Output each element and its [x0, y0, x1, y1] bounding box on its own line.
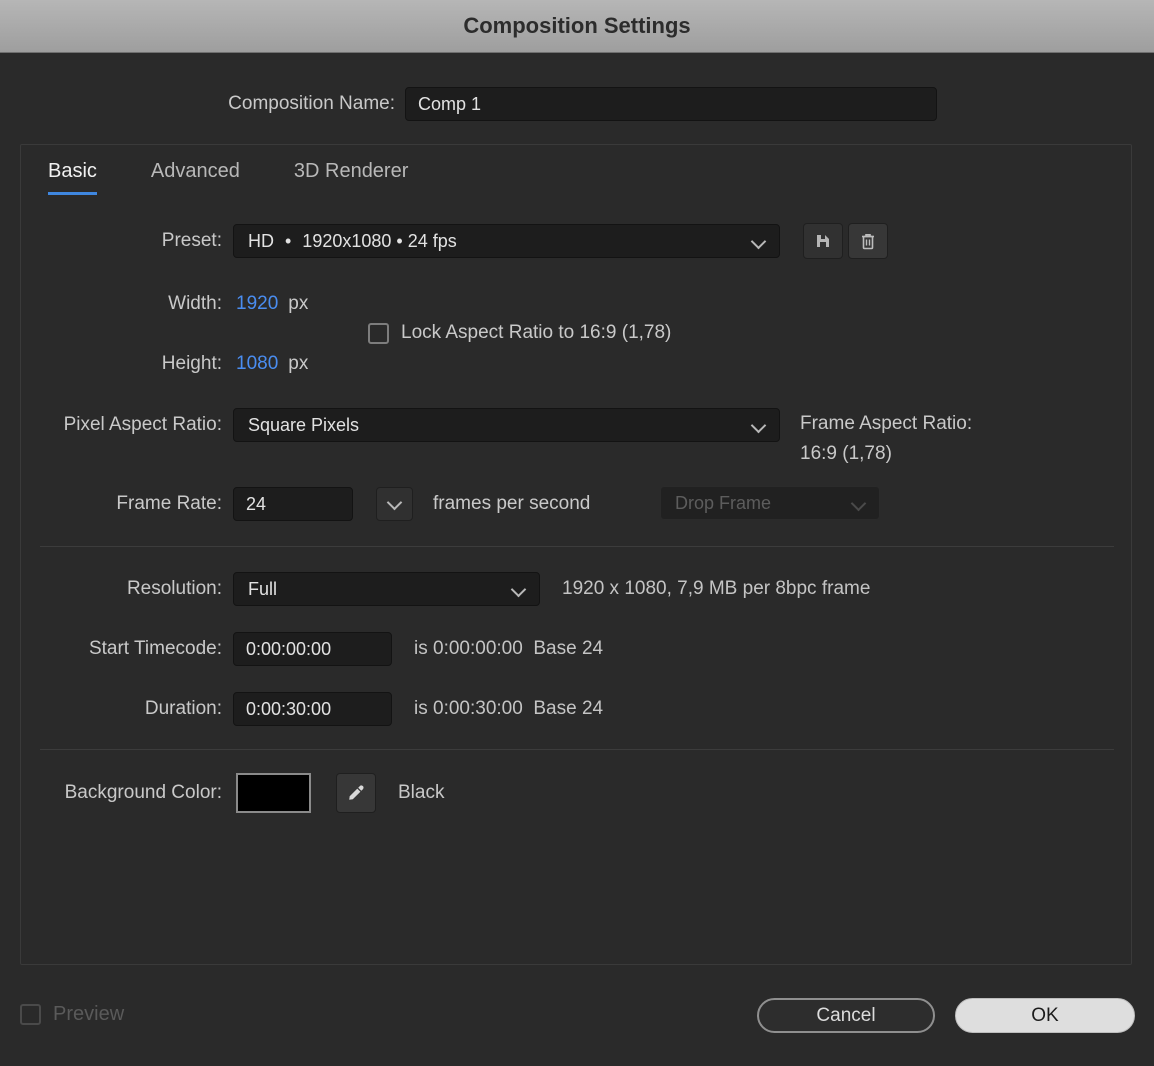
- duration-label: Duration:: [144, 698, 222, 719]
- frame-aspect-value: 16:9 (1,78): [800, 443, 892, 464]
- dialog-title: Composition Settings: [463, 13, 691, 38]
- background-color-name: Black: [398, 782, 445, 803]
- cancel-button[interactable]: Cancel: [757, 998, 935, 1033]
- height-label: Height:: [161, 353, 222, 374]
- resolution-dropdown[interactable]: Full: [233, 572, 540, 606]
- ok-button[interactable]: OK: [955, 998, 1135, 1033]
- frame-rate-dropdown-button[interactable]: [376, 487, 413, 521]
- width-unit: px: [288, 293, 309, 314]
- start-timecode-row: Start Timecode: is 0:00:00:00 Base 24: [0, 631, 1134, 667]
- chevron-down-icon: [510, 581, 527, 598]
- frame-aspect-block: Frame Aspect Ratio: 16:9 (1,78): [800, 409, 972, 469]
- composition-name-label: Composition Name:: [228, 93, 395, 114]
- tab-3d-renderer[interactable]: 3D Renderer: [294, 160, 409, 195]
- trash-icon: [862, 233, 874, 249]
- pixel-aspect-value: Square Pixels: [248, 414, 360, 435]
- lock-aspect-row: Lock Aspect Ratio to 16:9 (1,78): [368, 322, 671, 344]
- start-timecode-input[interactable]: [233, 632, 392, 666]
- drop-frame-dropdown: Drop Frame: [660, 486, 880, 520]
- drop-frame-value: Drop Frame: [675, 492, 772, 513]
- lock-aspect-label: Lock Aspect Ratio to 16:9 (1,78): [401, 322, 672, 343]
- chevron-down-icon: [750, 233, 767, 250]
- background-color-row: Background Color: Black: [0, 772, 1134, 814]
- save-preset-button[interactable]: [803, 223, 843, 259]
- frame-aspect-label: Frame Aspect Ratio:: [800, 413, 973, 434]
- tab-bar: Basic Advanced 3D Renderer: [48, 160, 408, 195]
- width-value[interactable]: 1920: [236, 293, 278, 315]
- delete-preset-button[interactable]: [848, 223, 888, 259]
- eyedropper-button[interactable]: [336, 773, 376, 813]
- background-color-label: Background Color:: [64, 782, 222, 803]
- frame-rate-input[interactable]: [233, 487, 353, 521]
- start-timecode-label: Start Timecode:: [88, 638, 222, 659]
- resolution-row: Resolution: Full 1920 x 1080, 7,9 MB per…: [0, 571, 1134, 607]
- tab-basic[interactable]: Basic: [48, 160, 97, 195]
- preset-label: Preset:: [161, 230, 222, 251]
- dialog-titlebar: Composition Settings: [0, 0, 1154, 53]
- pixel-aspect-dropdown[interactable]: Square Pixels: [233, 408, 780, 442]
- background-color-swatch[interactable]: [236, 773, 311, 813]
- resolution-value: Full: [248, 578, 278, 599]
- resolution-label: Resolution:: [126, 578, 222, 599]
- frame-rate-row: Frame Rate: frames per second: [0, 486, 1134, 522]
- frame-rate-label: Frame Rate:: [116, 493, 222, 514]
- composition-name-input[interactable]: [405, 87, 937, 121]
- divider: [40, 546, 1114, 547]
- preview-toggle: Preview: [20, 1003, 124, 1026]
- chevron-down-icon: [850, 495, 867, 512]
- preview-label: Preview: [53, 1003, 125, 1025]
- preview-checkbox[interactable]: [20, 1004, 41, 1025]
- save-preset-icon: [817, 235, 829, 247]
- frame-rate-suffix: frames per second: [433, 493, 591, 514]
- duration-info: is 0:00:30:00 Base 24: [414, 698, 604, 719]
- preset-row: Preset: HD • 1920x1080 • 24 fps: [0, 223, 1134, 259]
- height-row: Height: 1080 px: [0, 348, 1134, 380]
- height-value[interactable]: 1080: [236, 353, 278, 375]
- duration-row: Duration: is 0:00:30:00 Base 24: [0, 691, 1134, 727]
- start-timecode-info: is 0:00:00:00 Base 24: [414, 638, 604, 659]
- divider: [40, 749, 1114, 750]
- preset-value: HD • 1920x1080 • 24 fps: [248, 230, 457, 251]
- width-label: Width:: [168, 293, 222, 314]
- height-unit: px: [288, 353, 309, 374]
- chevron-down-icon: [750, 417, 767, 434]
- settings-panel: [20, 144, 1132, 965]
- tab-advanced[interactable]: Advanced: [151, 160, 240, 195]
- pixel-aspect-label: Pixel Aspect Ratio:: [63, 414, 222, 435]
- width-row: Width: 1920 px: [0, 288, 1134, 320]
- eyedropper-icon: [349, 785, 364, 800]
- preset-dropdown[interactable]: HD • 1920x1080 • 24 fps: [233, 224, 780, 258]
- composition-name-row: Composition Name:: [0, 87, 1134, 121]
- duration-input[interactable]: [233, 692, 392, 726]
- resolution-info: 1920 x 1080, 7,9 MB per 8bpc frame: [562, 578, 871, 599]
- chevron-down-icon: [386, 494, 403, 510]
- lock-aspect-checkbox[interactable]: [368, 322, 389, 344]
